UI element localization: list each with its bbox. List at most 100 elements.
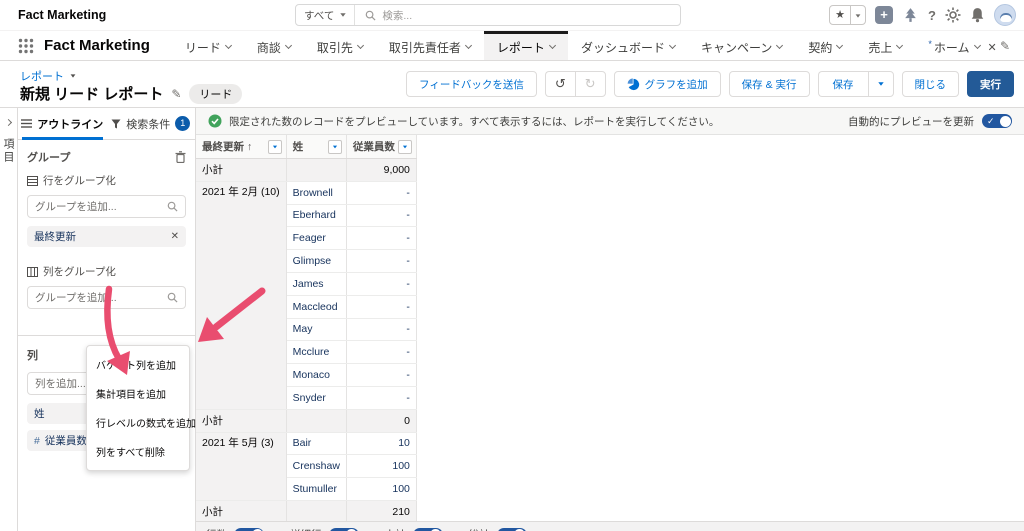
- edit-title-pencil-icon[interactable]: ✎: [171, 87, 181, 101]
- feedback-button[interactable]: フィードバックを送信: [406, 71, 537, 97]
- nav-tab-契約[interactable]: 契約: [795, 31, 855, 60]
- employees-cell: -: [346, 363, 417, 387]
- chevron-down-icon[interactable]: [284, 41, 292, 49]
- menu-item-集計項目を追加[interactable]: 集計項目を追加: [87, 379, 189, 408]
- chevron-down-icon[interactable]: [356, 41, 364, 49]
- menu-item-バケット列を追加[interactable]: バケット列を追加: [87, 350, 189, 379]
- fields-rail[interactable]: 項目: [0, 108, 18, 531]
- app-launcher-icon[interactable]: [18, 38, 34, 54]
- employees-cell: -: [346, 340, 417, 365]
- lastname-cell[interactable]: Monaco: [286, 363, 347, 387]
- nav-tab-ダッシュボード[interactable]: ダッシュボード: [568, 31, 688, 60]
- lastname-cell[interactable]: Glimpse: [286, 249, 347, 273]
- nav-tab-ホーム[interactable]: * ホーム ✕: [915, 31, 1009, 60]
- add-chart-button[interactable]: グラフを追加: [613, 71, 721, 97]
- chevron-down-icon[interactable]: [973, 41, 981, 49]
- lastname-cell[interactable]: Stumuller: [286, 477, 347, 501]
- row-group-pill[interactable]: 最終更新 ✕: [27, 226, 186, 247]
- favorites-star-icon[interactable]: ★: [830, 6, 852, 24]
- nav-tab-商談[interactable]: 商談: [244, 31, 304, 60]
- lastname-cell[interactable]: Bair: [286, 432, 347, 456]
- search-icon: [167, 292, 178, 303]
- close-button[interactable]: 閉じる: [901, 71, 959, 97]
- lastname-cell[interactable]: Feager: [286, 226, 347, 251]
- nav-edit-pencil-icon[interactable]: ✎: [1000, 39, 1010, 53]
- quick-create-plus-icon[interactable]: +: [875, 6, 894, 24]
- user-avatar[interactable]: [994, 4, 1016, 26]
- footer-toggle-label: 詳細行: [290, 527, 322, 531]
- lastname-cell[interactable]: Eberhard: [286, 204, 347, 228]
- column-menu-icon[interactable]: [397, 139, 412, 154]
- column-header-last-modified[interactable]: 最終更新 ↑: [196, 135, 287, 159]
- app-name[interactable]: Fact Marketing: [44, 31, 150, 60]
- search-scope-select[interactable]: すべて: [296, 5, 356, 25]
- footer-toggle-switch[interactable]: [328, 527, 359, 531]
- row-group-input-wrap: [27, 195, 186, 218]
- empty-cell: [286, 499, 347, 524]
- groups-section-title: グループ: [27, 152, 71, 164]
- save-and-run-button[interactable]: 保存 & 実行: [728, 71, 810, 97]
- nav-tab-取引先責任者[interactable]: 取引先責任者: [376, 31, 484, 60]
- menu-item-行レベルの数式を追加[interactable]: 行レベルの数式を追加: [87, 408, 196, 437]
- total-value-cell: 9,000: [346, 158, 417, 182]
- lastname-cell[interactable]: May: [286, 318, 347, 342]
- column-header-lastname[interactable]: 姓: [286, 135, 347, 159]
- tab-filters[interactable]: 検索条件 1: [107, 108, 196, 139]
- column-group-input[interactable]: [35, 291, 167, 304]
- chevron-down-icon[interactable]: [836, 41, 844, 49]
- favorites-control[interactable]: ★: [829, 5, 867, 25]
- lastname-cell[interactable]: James: [286, 272, 347, 296]
- favorites-dropdown[interactable]: [851, 9, 865, 21]
- trash-icon[interactable]: [175, 151, 186, 163]
- lastname-cell[interactable]: Crenshaw: [286, 454, 347, 479]
- column-header-employees[interactable]: 従業員数: [346, 135, 417, 159]
- expand-fields-chevron-icon[interactable]: [4, 118, 13, 127]
- group-columns-label: 列をグループ化: [43, 266, 116, 278]
- preview-notice-text: 限定された数のレコードをプレビューしています。すべて表示するには、レポートを実行…: [229, 115, 720, 128]
- nav-tab-リード[interactable]: リード: [172, 31, 244, 60]
- chevron-down-icon[interactable]: [776, 41, 784, 49]
- employees-cell: 100: [346, 454, 417, 479]
- breadcrumb[interactable]: レポート: [20, 68, 76, 84]
- chevron-down-icon[interactable]: [224, 41, 232, 49]
- undo-button[interactable]: ↺: [544, 71, 575, 97]
- footer-toggle-switch[interactable]: [234, 527, 264, 531]
- notifications-bell-icon[interactable]: [970, 7, 985, 23]
- lastname-cell[interactable]: Maccleod: [286, 295, 347, 319]
- nav-tab-売上[interactable]: 売上: [855, 31, 915, 60]
- remove-group-x-icon[interactable]: ✕: [171, 231, 179, 242]
- guidance-tree-icon[interactable]: [902, 7, 919, 24]
- close-tab-icon[interactable]: ✕: [988, 41, 997, 54]
- preview-footer-bar: 行数 詳細行 小計 総計: [196, 521, 1024, 531]
- redo-button[interactable]: ↻: [574, 71, 606, 97]
- footer-toggle-switch[interactable]: [496, 527, 527, 531]
- save-dropdown-button[interactable]: [867, 71, 894, 97]
- lastname-cell[interactable]: Brownell: [286, 181, 347, 205]
- run-button[interactable]: 実行: [967, 71, 1014, 97]
- lastname-cell[interactable]: Snyder: [286, 386, 347, 410]
- menu-item-列をすべて削除[interactable]: 列をすべて削除: [87, 437, 189, 466]
- employees-cell: -: [346, 181, 417, 205]
- nav-tab-キャンペーン[interactable]: キャンペーン: [688, 31, 795, 60]
- column-menu-icon[interactable]: [327, 139, 342, 154]
- nav-tab-取引先[interactable]: 取引先: [304, 31, 376, 60]
- help-icon[interactable]: ?: [928, 8, 936, 23]
- lastname-cell[interactable]: Mcclure: [286, 340, 347, 365]
- tab-outline[interactable]: アウトライン: [18, 108, 107, 140]
- auto-update-toggle[interactable]: [982, 114, 1012, 128]
- nav-tab-レポート[interactable]: レポート: [483, 31, 568, 60]
- chevron-down-icon[interactable]: [668, 41, 676, 49]
- footer-toggle-switch[interactable]: [412, 527, 443, 531]
- setup-gear-icon[interactable]: [945, 7, 961, 23]
- chevron-down-icon[interactable]: [464, 41, 472, 49]
- save-button[interactable]: 保存: [817, 71, 868, 97]
- column-menu-icon[interactable]: [267, 139, 282, 154]
- org-name: Fact Marketing: [18, 8, 107, 22]
- chevron-down-icon[interactable]: [896, 41, 904, 49]
- row-group-input[interactable]: [35, 200, 167, 213]
- search-input[interactable]: 検索...: [382, 8, 412, 23]
- search-icon: [366, 10, 376, 21]
- chevron-down-icon[interactable]: [548, 41, 556, 49]
- column-group-input-wrap: [27, 286, 186, 309]
- global-search[interactable]: すべて 検索...: [295, 4, 681, 26]
